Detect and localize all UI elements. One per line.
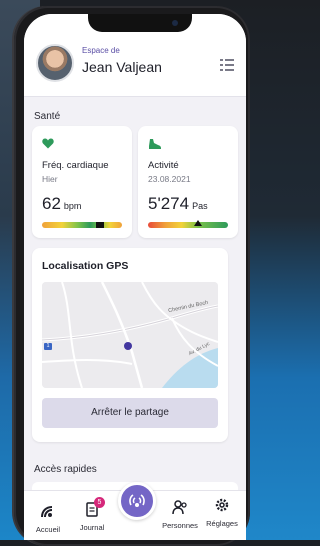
activity-marker [194,220,202,226]
activity-date: 23.08.2021 [148,174,191,184]
notch [88,14,192,32]
heart-rate-unit: bpm [63,201,82,211]
stop-sharing-button[interactable]: Arrêter le partage [42,398,218,428]
heart-icon [42,138,54,149]
gps-map[interactable]: 1 Chemin du Boch Av. du Lyc [42,282,218,388]
heart-rate-number: 62 [42,194,61,213]
sos-button[interactable] [118,482,156,520]
heart-rate-scale [42,222,122,228]
tab-journal-label: Journal [79,523,105,532]
tab-personnes[interactable]: Personnes [158,499,202,530]
quick-access-title: Accès rapides [34,464,97,475]
heart-rate-card[interactable]: Fréq. cardiaque Hier 62 bpm [32,126,132,238]
journal-badge: 5 [94,497,105,508]
heart-rate-label: Fréq. cardiaque [42,160,109,171]
activity-scale [148,222,228,228]
activity-label: Activité [148,160,179,171]
camera [172,20,178,26]
espace-label: Espace de [82,46,120,55]
tab-reglages-label: Réglages [206,519,238,528]
sos-signal-icon [129,494,145,507]
gps-card: Localisation GPS 1 Chemin du Boch Av. du… [32,248,228,442]
home-icon [41,506,53,518]
tab-accueil-label: Accueil [35,525,61,534]
menu-icon[interactable] [220,58,234,72]
tab-personnes-label: Personnes [162,521,198,530]
heart-rate-value: 62 bpm [42,194,81,214]
tab-journal[interactable]: Journal 5 [72,497,112,532]
gear-icon [215,498,229,512]
location-pin [124,342,132,350]
user-name: Jean Valjean [82,59,162,75]
activity-value: 5'274 Pas [148,194,208,214]
tab-accueil[interactable]: Accueil [28,503,68,534]
tab-reglages[interactable]: Réglages [202,497,242,528]
app-screen: Espace de Jean Valjean Santé Fréq. cardi… [24,14,246,540]
heart-rate-marker [96,222,104,228]
activity-card[interactable]: Activité 23.08.2021 5'274 Pas [138,126,238,238]
avatar[interactable] [36,44,74,82]
road-number: 1 [46,343,50,349]
map-graphic [42,282,218,388]
people-icon [172,500,187,515]
sante-title: Santé [34,111,61,122]
activity-number: 5'274 [148,194,190,213]
activity-unit: Pas [192,201,208,211]
shoe-icon [149,139,161,149]
gps-title: Localisation GPS [42,260,129,272]
heart-rate-date: Hier [42,174,58,184]
